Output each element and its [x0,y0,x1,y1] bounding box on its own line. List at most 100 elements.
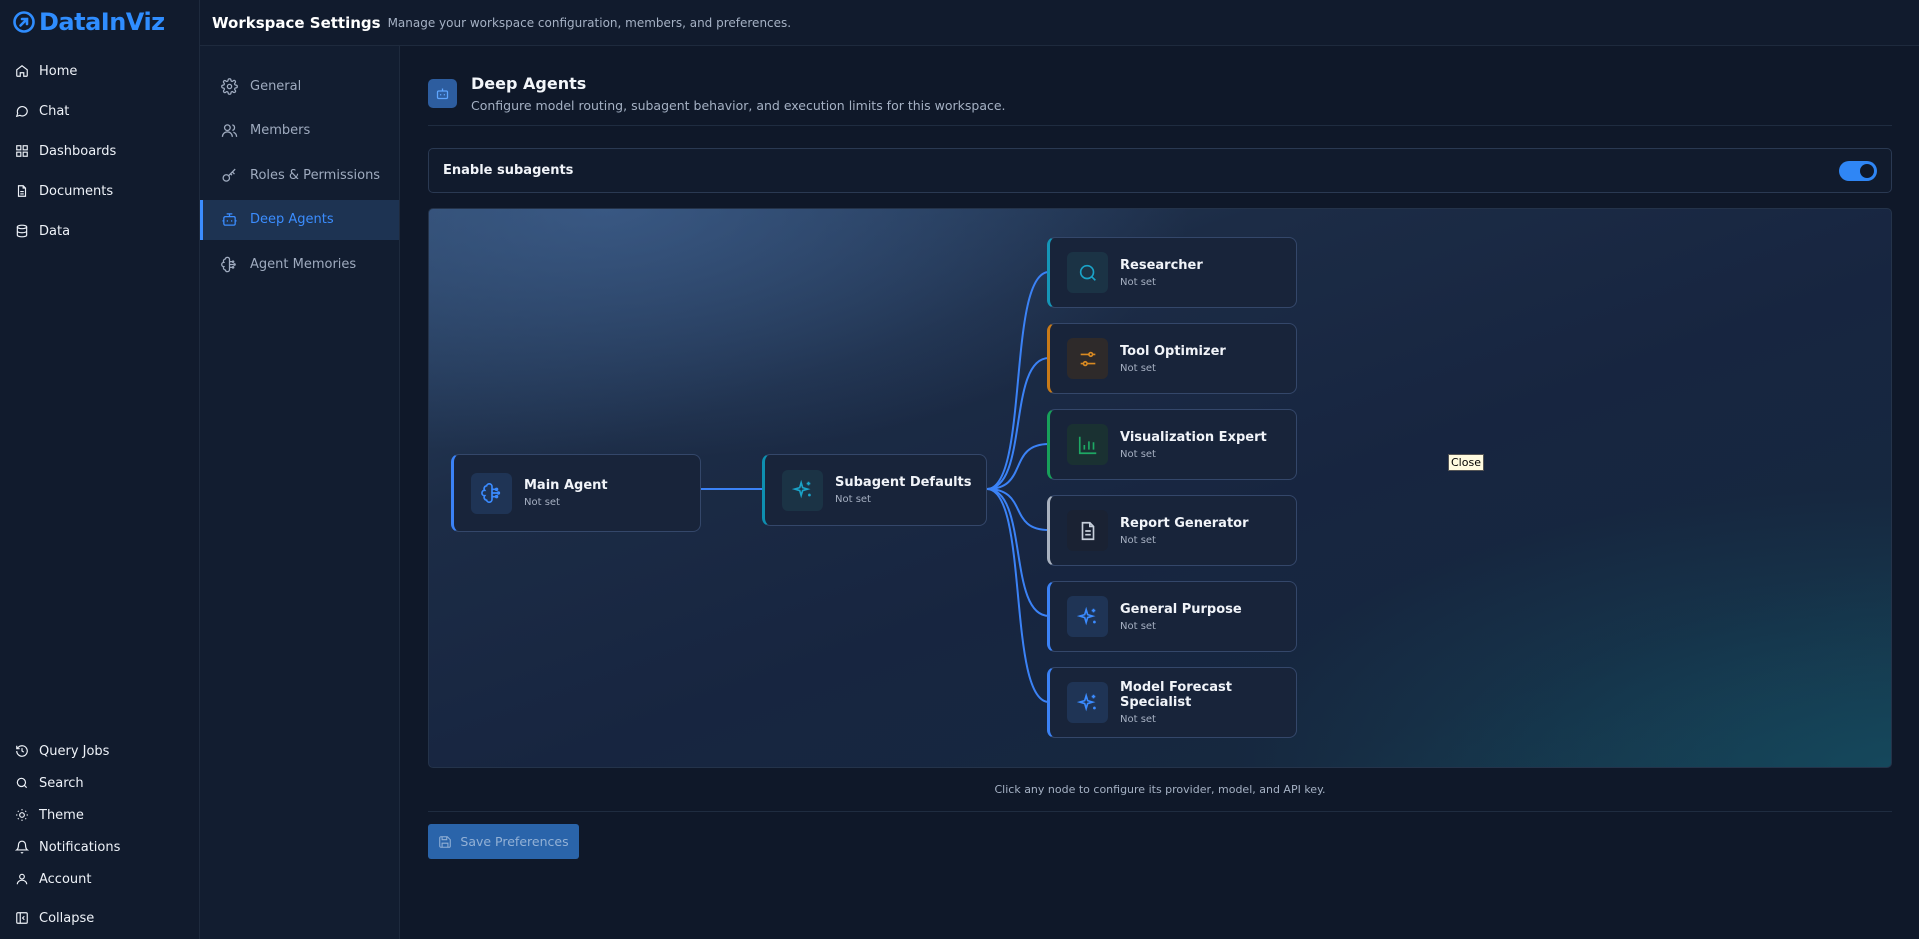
primary-nav: Home Chat Dashboards Documents Data [0,51,200,251]
nav-item-dashboards[interactable]: Dashboards [0,131,200,171]
collapse-icon [16,912,28,924]
document-icon [17,185,27,197]
section-icon [428,79,457,108]
settings-item-members[interactable]: Members [200,111,399,151]
node-title: Main Agent [524,478,608,493]
settings-item-general[interactable]: General [200,66,399,106]
nav-label: Data [39,223,71,239]
node-icon [1067,596,1108,637]
nav-label: Theme [39,807,84,823]
node-main-agent[interactable]: Main Agent Not set [451,454,701,532]
page-header: Workspace Settings Manage your workspace… [200,0,1919,46]
file-text-icon [1081,521,1094,540]
brain-icon [221,256,236,272]
node-status: Not set [835,494,871,505]
chat-icon [15,106,28,118]
dashboards-icon [16,145,28,157]
node-title: Visualization Expert [1120,429,1267,445]
edge-to-report-generator [986,488,1050,531]
sparkles-icon [1076,692,1096,711]
section-title: Deep Agents [471,74,587,93]
edge-to-model-forecast-specialist [986,488,1050,703]
bell-icon [15,840,29,854]
agent-graph-canvas: Main Agent Not set Subagent Defaults Not… [428,208,1892,768]
logo-icon [13,11,35,33]
nav-item-query-jobs[interactable]: Query Jobs [0,735,200,767]
save-icon [439,835,452,848]
nav-label: Notifications [39,839,121,855]
nav-item-search[interactable]: Search [0,767,200,799]
node-title: Tool Optimizer [1120,343,1226,359]
settings-item-agent-memories[interactable]: Agent Memories [200,244,399,284]
node-title: Report Generator [1120,515,1249,531]
nav-label: Documents [39,183,114,199]
node-title: Researcher [1120,257,1203,273]
edge-to-visualization-expert [986,443,1050,490]
node-status: Not set [1120,276,1156,288]
node-status: Not set [1120,362,1156,374]
search-icon [16,777,28,789]
node-icon [1067,338,1108,379]
settings-item-deep-agents[interactable]: Deep Agents [200,199,399,240]
bar-chart-icon [1078,436,1096,454]
settings-item-label: Members [250,123,311,138]
nav-item-chat[interactable]: Chat [0,91,200,131]
home-icon [16,65,28,77]
nav-item-data[interactable]: Data [0,211,200,251]
node-general-purpose[interactable]: General Purpose Not set [1047,581,1297,652]
nav-label: Home [39,63,78,79]
sliders-icon [1080,351,1095,366]
nav-item-home[interactable]: Home [0,51,200,91]
node-icon [1067,424,1108,465]
nav-item-documents[interactable]: Documents [0,171,200,211]
node-report-generator[interactable]: Report Generator Not set [1047,495,1297,566]
sun-icon [16,809,28,821]
node-visualization-expert[interactable]: Visualization Expert Not set [1047,409,1297,480]
nav-item-collapse[interactable]: Collapse [0,902,200,934]
logo[interactable]: DataInViz [12,8,165,36]
nav-label: Collapse [39,910,95,926]
node-tool-optimizer[interactable]: Tool Optimizer Not set [1047,323,1297,394]
users-icon [221,124,238,137]
save-label: Save Preferences [460,834,569,849]
page-title: Workspace Settings [212,13,381,32]
bot-icon [222,213,237,226]
sparkles-icon [791,479,811,499]
main-content: Deep Agents Configure model routing, sub… [400,46,1919,939]
divider [428,125,1892,126]
settings-item-roles-permissions[interactable]: Roles & Permissions [200,155,399,195]
database-icon [16,224,28,238]
enable-subagents-row: Enable subagents [428,148,1892,193]
divider [428,811,1892,812]
nav-item-notifications[interactable]: Notifications [0,831,200,863]
settings-item-label: Agent Memories [250,256,357,272]
node-icon [1067,682,1108,723]
sparkles-icon [1076,606,1096,625]
node-status: Not set [1120,714,1156,725]
node-icon [471,472,512,514]
secondary-nav: Query Jobs Search Theme Notifications Ac… [0,735,200,934]
node-icon [1067,252,1108,293]
settings-item-label: Roles & Permissions [250,167,381,183]
nav-label: Search [39,775,84,791]
nav-item-account[interactable]: Account [0,863,200,895]
node-status: Not set [1120,448,1156,460]
node-subagent-defaults[interactable]: Subagent Defaults Not set [762,454,987,526]
settings-item-label: Deep Agents [250,212,334,227]
logo-text: DataInViz [39,8,165,36]
nav-item-theme[interactable]: Theme [0,799,200,831]
save-preferences-button[interactable]: Save Preferences [428,824,579,859]
nav-label: Chat [39,103,70,119]
node-status: Not set [1120,620,1156,632]
close-tooltip: Close [1448,454,1484,471]
enable-subagents-toggle[interactable] [1839,160,1877,181]
enable-subagents-label: Enable subagents [443,163,574,178]
history-icon [16,745,28,757]
node-status: Not set [1120,534,1156,546]
node-model-forecast-specialist[interactable]: Model Forecast Specialist Not set [1047,667,1297,738]
graph-hint: Click any node to configure its provider… [994,783,1326,796]
node-title: Subagent Defaults [835,475,972,490]
node-researcher[interactable]: Researcher Not set [1047,237,1297,308]
gear-icon [221,77,238,95]
node-icon [782,469,823,511]
